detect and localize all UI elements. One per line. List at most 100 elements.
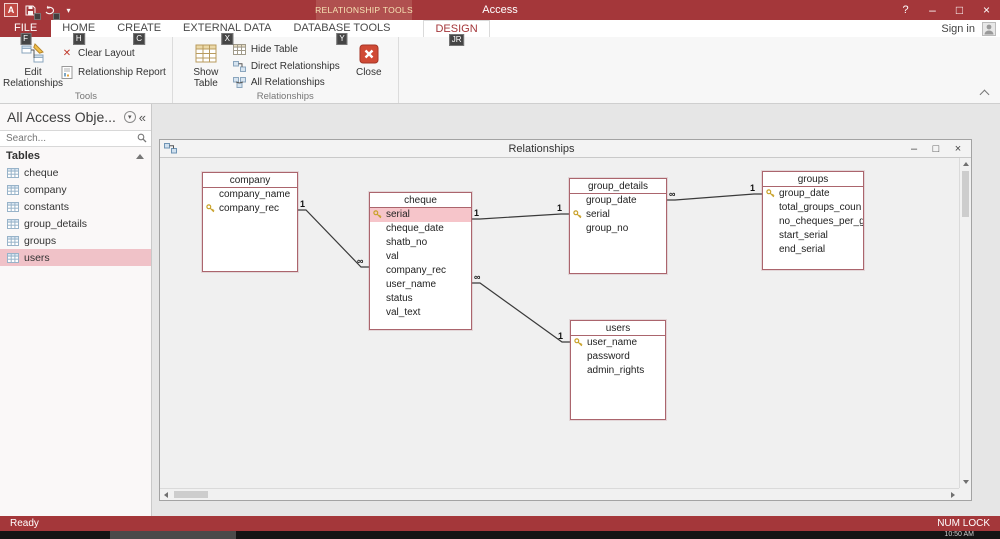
table-icon (7, 235, 19, 246)
tab-home[interactable]: HOME H (51, 20, 106, 45)
diagram-table-groups[interactable]: groups group_date total_groups_coun no_cheq… (762, 171, 864, 270)
tab-external-data[interactable]: EXTERNAL DATA X (172, 20, 282, 45)
keytip-badge: C (133, 33, 146, 45)
close-ribbon-icon (358, 41, 380, 66)
user-avatar-icon[interactable] (981, 21, 996, 36)
field-group_date[interactable]: group_date (570, 194, 666, 208)
doc-minimize-button[interactable]: – (903, 143, 925, 155)
diagram-table-group_details[interactable]: group_details group_date serial group_no (569, 178, 667, 274)
field-company_rec[interactable]: company_rec (203, 202, 297, 216)
relationships-window-titlebar[interactable]: Relationships – □ × (160, 140, 971, 158)
hide-table-button[interactable]: Hide Table (233, 42, 340, 57)
field-group_date[interactable]: group_date (763, 187, 863, 201)
field-user_name[interactable]: user_name (370, 278, 471, 292)
qat-customize-icon[interactable]: ▾ (62, 4, 75, 17)
undo-icon[interactable] (43, 4, 60, 20)
field-end_serial[interactable]: end_serial (763, 243, 863, 257)
field-shatb_no[interactable]: shatb_no (370, 236, 471, 250)
search-icon[interactable] (137, 130, 147, 148)
nav-item-groups[interactable]: groups (0, 232, 151, 249)
close-button[interactable]: × (973, 0, 1000, 20)
sign-in-link[interactable]: Sign in (941, 23, 975, 35)
field-val[interactable]: val (370, 250, 471, 264)
nav-search-box[interactable] (0, 130, 151, 147)
save-icon[interactable] (24, 4, 41, 20)
field-no_cheques_per_g[interactable]: no_cheques_per_g (763, 215, 863, 229)
close-ribbon-button[interactable]: Close (346, 40, 392, 90)
scroll-up-icon[interactable] (960, 158, 971, 170)
restore-button[interactable]: □ (946, 0, 973, 20)
diagram-table-cheque[interactable]: cheque serial cheque_date shatb_no val compan… (369, 192, 472, 330)
vertical-scrollbar[interactable] (959, 158, 971, 488)
relation-cheque-users[interactable] (472, 282, 570, 343)
minimize-button[interactable]: – (919, 0, 946, 20)
relation-group_details-groups[interactable] (667, 193, 762, 201)
field-group_no[interactable]: group_no (570, 222, 666, 236)
primary-key-icon (573, 210, 582, 219)
direct-relationships-button[interactable]: Direct Relationships (233, 59, 340, 74)
ribbon-tabs: FILE F HOME H CREATE C EXTERNAL DATA X DATABASE … (0, 20, 490, 46)
relationship-report-button[interactable]: Relationship Report (60, 65, 166, 80)
search-input[interactable] (6, 133, 137, 144)
diagram-table-users[interactable]: users user_name password admin_rights (570, 320, 666, 420)
primary-key-icon (766, 189, 775, 198)
scroll-down-icon[interactable] (960, 476, 971, 488)
doc-close-button[interactable]: × (947, 143, 969, 155)
nav-item-cheque[interactable]: cheque (0, 164, 151, 181)
field-name: end_serial (779, 244, 826, 255)
field-start_serial[interactable]: start_serial (763, 229, 863, 243)
tab-design[interactable]: DESIGN JR (423, 20, 490, 46)
taskbar-app-segment[interactable] (110, 531, 236, 539)
nav-item-users[interactable]: users (0, 249, 151, 266)
collapse-ribbon-icon[interactable] (979, 89, 990, 100)
tab-file[interactable]: FILE F (0, 20, 52, 45)
nav-pane-header[interactable]: All Access Obje... ▾ « (0, 104, 151, 130)
horizontal-scrollbar[interactable] (160, 488, 959, 500)
nav-menu-dropdown-icon[interactable]: ▾ (123, 111, 136, 123)
clear-layout-button[interactable]: ✕ Clear Layout (60, 46, 166, 61)
diagram-table-title: users (571, 321, 665, 336)
section-collapse-icon[interactable] (136, 153, 144, 159)
diagram-table-title: group_details (570, 179, 666, 194)
all-relationships-label: All Relationships (250, 77, 325, 89)
nav-item-company[interactable]: company (0, 181, 151, 198)
field-name: user_name (386, 279, 437, 290)
scroll-left-icon[interactable] (160, 489, 172, 500)
field-val_text[interactable]: val_text (370, 306, 471, 320)
nav-item-constants[interactable]: constants (0, 198, 151, 215)
field-cheque_date[interactable]: cheque_date (370, 222, 471, 236)
cardinality-label: 1 (750, 183, 755, 193)
document-title: Relationships (508, 142, 575, 155)
doc-maximize-button[interactable]: □ (925, 143, 947, 155)
nav-item-label: users (24, 251, 50, 264)
field-status[interactable]: status (370, 292, 471, 306)
relation-cheque-group_details[interactable] (472, 213, 569, 220)
tab-database-tools[interactable]: DATABASE TOOLS Y (282, 20, 401, 45)
nav-item-label: group_details (24, 217, 88, 230)
nav-item-group_details[interactable]: group_details (0, 215, 151, 232)
shutter-bar-close-icon[interactable]: « (139, 110, 146, 125)
horizontal-scroll-thumb[interactable] (174, 491, 208, 498)
nav-item-label: cheque (24, 166, 59, 179)
nav-item-label: groups (24, 234, 57, 247)
table-icon (7, 167, 19, 178)
help-button[interactable]: ? (892, 0, 919, 20)
tab-create[interactable]: CREATE C (106, 20, 172, 45)
edit-relationships-button[interactable]: Edit Relationships (3, 40, 63, 90)
nav-section-tables[interactable]: Tables (0, 147, 151, 164)
all-relationships-button[interactable]: All Relationships (233, 75, 340, 90)
field-password[interactable]: password (571, 350, 665, 364)
field-serial[interactable]: serial (570, 208, 666, 222)
relationships-canvas[interactable]: 1 ∞ 1 1 ∞ 1 ∞ 1 company company_name company_rec c… (160, 158, 971, 500)
field-admin_rights[interactable]: admin_rights (571, 364, 665, 378)
field-total_groups_coun[interactable]: total_groups_coun (763, 201, 863, 215)
scroll-right-icon[interactable] (947, 489, 959, 500)
field-company_name[interactable]: company_name (203, 188, 297, 202)
diagram-table-company[interactable]: company company_name company_rec (202, 172, 298, 272)
field-user_name[interactable]: user_name (571, 336, 665, 350)
vertical-scroll-thumb[interactable] (962, 171, 969, 217)
field-serial[interactable]: serial (370, 208, 471, 222)
show-table-button[interactable]: Show Table (179, 40, 233, 90)
field-company_rec[interactable]: company_rec (370, 264, 471, 278)
relationship-report-icon (60, 66, 74, 79)
